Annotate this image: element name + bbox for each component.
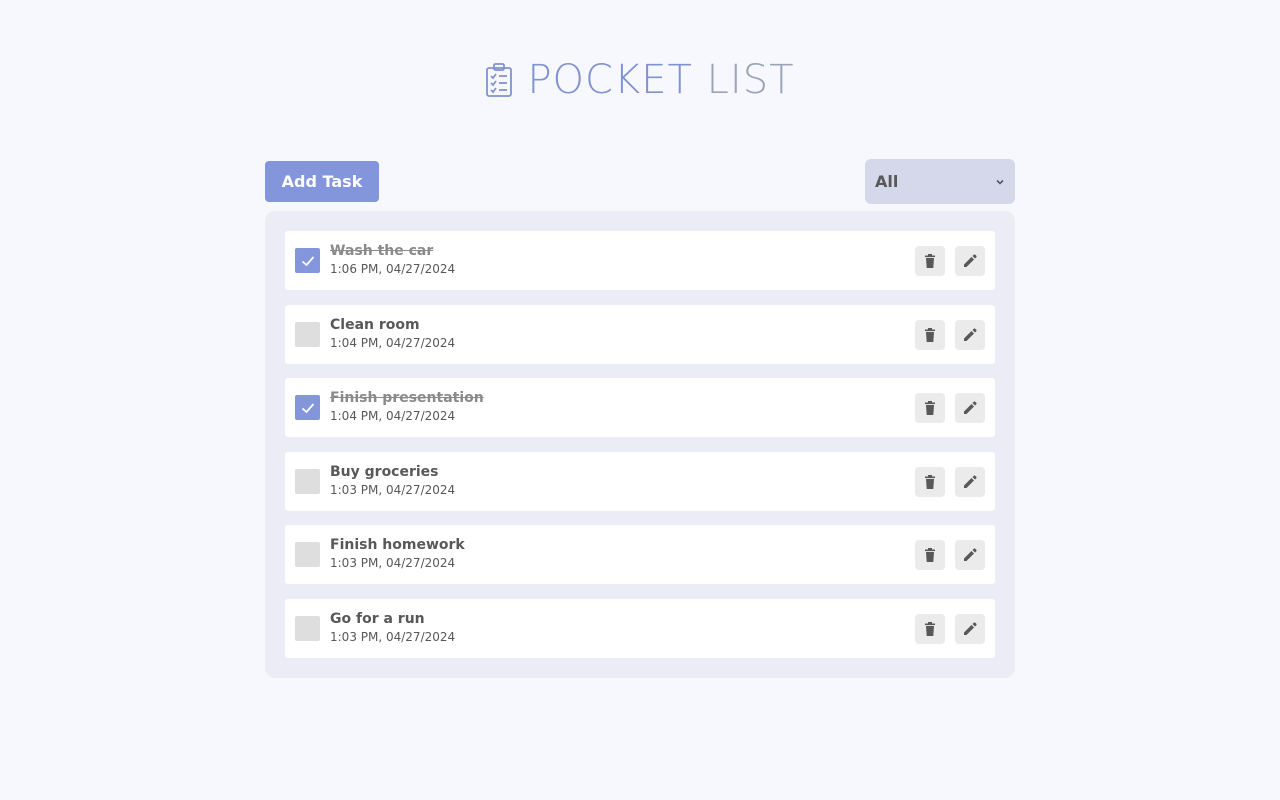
trash-icon	[925, 254, 935, 268]
pencil-icon	[964, 622, 977, 635]
filter-selected-value: All	[875, 172, 899, 191]
task-checkbox[interactable]	[295, 321, 320, 347]
add-task-button[interactable]: Add Task	[265, 161, 379, 202]
task-title: Clean room	[330, 316, 420, 333]
task-checkbox[interactable]	[295, 615, 320, 641]
task-text: Buy groceries 1:03 PM, 04/27/2024	[330, 463, 455, 498]
app-title-pocket: POCKET	[527, 57, 693, 103]
task-item: Buy groceries 1:03 PM, 04/27/2024	[285, 451, 995, 511]
edit-task-button[interactable]	[955, 466, 985, 497]
check-icon	[301, 403, 314, 413]
task-item: Finish presentation 1:04 PM, 04/27/2024	[285, 378, 995, 438]
clipboard-checklist-icon	[486, 63, 513, 97]
trash-icon	[925, 474, 935, 489]
edit-task-button[interactable]	[955, 613, 985, 644]
task-time: 1:03 PM, 04/27/2024	[330, 629, 456, 644]
task-title: Finish homework	[330, 537, 465, 554]
app-header: POCKET LIST	[0, 60, 1280, 100]
task-item: Go for a run 1:03 PM, 04/27/2024	[285, 598, 995, 658]
task-text: Clean room 1:04 PM, 04/27/2024	[330, 316, 455, 351]
task-text: Go for a run 1:03 PM, 04/27/2024	[330, 610, 455, 645]
task-checkbox[interactable]	[295, 395, 320, 421]
pencil-icon	[964, 548, 977, 562]
task-checkbox[interactable]	[295, 468, 320, 494]
task-text: Finish presentation 1:04 PM, 04/27/2024	[330, 389, 484, 424]
filter-select[interactable]: All	[865, 159, 1015, 204]
trash-icon	[925, 401, 935, 416]
trash-icon	[925, 327, 935, 342]
pencil-icon	[964, 254, 977, 267]
edit-task-button[interactable]	[955, 319, 985, 350]
trash-icon	[925, 621, 935, 636]
edit-task-button[interactable]	[955, 246, 985, 276]
delete-task-button[interactable]	[915, 613, 945, 644]
app-title-list: LIST	[706, 57, 795, 103]
pencil-icon	[964, 327, 977, 341]
edit-task-button[interactable]	[955, 393, 985, 424]
app-title: POCKET LIST	[527, 60, 794, 100]
trash-icon	[925, 548, 935, 563]
task-item: Wash the car 1:06 PM, 04/27/2024	[285, 231, 995, 290]
task-checkbox[interactable]	[295, 542, 320, 568]
task-text: Wash the car 1:06 PM, 04/27/2024	[330, 242, 455, 277]
task-panel: Wash the car 1:06 PM, 04/27/2024 Clean r…	[265, 211, 1015, 678]
task-checkbox[interactable]	[295, 248, 320, 273]
delete-task-button[interactable]	[915, 540, 945, 571]
task-title: Finish presentation	[330, 390, 484, 407]
chevron-down-icon	[996, 179, 1004, 185]
task-title: Buy groceries	[330, 463, 439, 480]
delete-task-button[interactable]	[915, 393, 945, 424]
task-time: 1:04 PM, 04/27/2024	[330, 335, 456, 350]
delete-task-button[interactable]	[915, 246, 945, 276]
edit-task-button[interactable]	[955, 540, 985, 571]
task-list: Wash the car 1:06 PM, 04/27/2024 Clean r…	[285, 231, 995, 673]
check-icon	[301, 255, 314, 266]
task-text: Finish homework 1:03 PM, 04/27/2024	[330, 536, 465, 571]
task-item: Clean room 1:04 PM, 04/27/2024	[285, 304, 995, 364]
task-time: 1:04 PM, 04/27/2024	[330, 409, 456, 424]
delete-task-button[interactable]	[915, 466, 945, 497]
task-title: Wash the car	[330, 243, 434, 259]
toolbar: Add Task All	[265, 159, 1015, 204]
pencil-icon	[964, 401, 977, 415]
task-time: 1:06 PM, 04/27/2024	[330, 262, 456, 276]
task-time: 1:03 PM, 04/27/2024	[330, 556, 456, 571]
delete-task-button[interactable]	[915, 319, 945, 350]
task-item: Finish homework 1:03 PM, 04/27/2024	[285, 525, 995, 585]
task-time: 1:03 PM, 04/27/2024	[330, 482, 456, 497]
task-title: Go for a run	[330, 610, 425, 627]
pencil-icon	[964, 475, 977, 488]
